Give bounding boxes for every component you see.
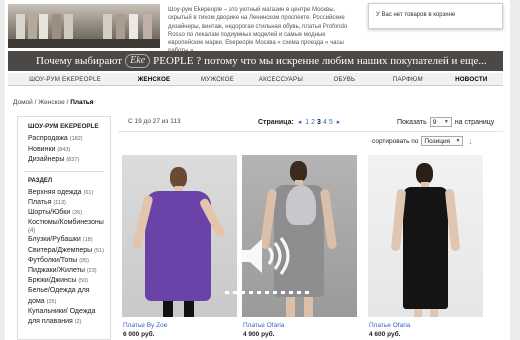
nav-shoes[interactable]: ОБУВЬ: [313, 73, 376, 85]
category-list: Верхняя одежда (61) Платья (113) Шорты/Юбк…: [18, 184, 110, 328]
nav-showroom[interactable]: ШОУ-РУМ EKEPEOPLE: [8, 73, 122, 85]
sort-select[interactable]: Позиция ▼: [421, 136, 464, 146]
progress-segment: [241, 291, 245, 294]
nav-women[interactable]: ЖЕНСКОЕ: [122, 73, 185, 85]
logo-script: Eke: [130, 55, 146, 66]
page-link[interactable]: 3: [317, 119, 321, 126]
progress-segment: [305, 291, 309, 294]
cart-status[interactable]: У Вас нет товаров в корзине: [368, 3, 503, 29]
sidebar-category[interactable]: Купальники/ Одежда: [28, 307, 110, 317]
speaker-volume-icon[interactable]: [238, 235, 293, 277]
page-link[interactable]: 4: [323, 119, 327, 126]
nav-men[interactable]: МУЖСКОЕ: [186, 73, 249, 85]
banner-pre: Почему выбирают: [36, 55, 123, 67]
chevron-down-icon: ▼: [455, 138, 461, 144]
product-name-2[interactable]: Платье Ofaria: [243, 322, 284, 329]
sidebar-category[interactable]: дома (25): [28, 297, 110, 307]
pager-label: Страница:: [258, 119, 294, 126]
product-image-1[interactable]: [122, 155, 237, 317]
progress-segment: [249, 291, 253, 294]
toolbar-divider: [118, 131, 503, 132]
store-photo: [8, 4, 160, 48]
pager-prev-icon[interactable]: ◂: [298, 119, 302, 126]
sort-direction-icon[interactable]: ↓: [468, 137, 472, 146]
logo-word: PEOPLE ?: [153, 55, 202, 67]
progress-segment: [257, 291, 261, 294]
per-page-control: Показать 9 ▼ на страницу: [397, 117, 494, 127]
video-progress-bar[interactable]: [225, 291, 315, 294]
progress-segment: [281, 291, 285, 294]
sidebar-category[interactable]: Верхняя одежда (61): [28, 188, 110, 198]
page-link[interactable]: 1: [305, 119, 309, 126]
per-page-label: на страницу: [454, 118, 495, 126]
progress-segment: [233, 291, 237, 294]
sidebar-link-new[interactable]: Новинки (843): [28, 145, 110, 156]
nav-perfume[interactable]: ПАРФЮМ: [376, 73, 439, 85]
sidebar-category[interactable]: Брюки/Джинсы (50): [28, 276, 110, 286]
result-range: С 19 до 27 из 113: [128, 118, 181, 125]
show-label: Показать: [397, 118, 427, 126]
nav-news[interactable]: НОВОСТИ: [440, 73, 503, 85]
progress-segment: [297, 291, 301, 294]
progress-segment: [265, 291, 269, 294]
main-nav: ШОУ-РУМ EKEPEOPLE ЖЕНСКОЕ МУЖСКОЕ АКСЕСС…: [8, 73, 503, 86]
sort-control: сортировать по Позиция ▼ ↓: [372, 136, 472, 146]
store-description: Шоу-рум Ekepeople – это уютный магазин в…: [168, 7, 348, 54]
progress-segment: [289, 291, 293, 294]
product-name-1[interactable]: Платье By Zoe: [123, 322, 167, 329]
breadcrumb-home[interactable]: Домой: [13, 99, 33, 106]
sidebar-category[interactable]: Белье/Одежда для: [28, 286, 110, 296]
sidebar-title: ШОУ-РУМ EKEPEOPLE: [28, 123, 99, 130]
page-link[interactable]: 2: [311, 119, 315, 126]
brand-logo[interactable]: Eke: [125, 54, 151, 68]
nav-accessories[interactable]: АКСЕССУАРЫ: [249, 73, 312, 85]
sidebar-category[interactable]: Платья (113): [28, 198, 110, 208]
chevron-down-icon: ▼: [443, 119, 449, 125]
sidebar: ШОУ-РУМ EKEPEOPLE Распродажа (182) Новин…: [17, 116, 111, 340]
sidebar-link-sale[interactable]: Распродажа (182): [28, 134, 110, 145]
sidebar-link-designers[interactable]: Дизайнеры (837): [28, 155, 110, 166]
breadcrumb-current: Платья: [70, 99, 94, 106]
page: Шоу-рум Ekepeople – это уютный магазин в…: [5, 0, 510, 340]
sidebar-category[interactable]: Костюмы/Комбинезоны: [28, 218, 110, 228]
sidebar-category[interactable]: Свитера/Джемперы (51): [28, 246, 110, 256]
per-page-select[interactable]: 9 ▼: [429, 117, 452, 127]
sort-label: сортировать по: [372, 137, 419, 145]
sidebar-category: (4): [28, 228, 36, 235]
product-image-3[interactable]: [368, 155, 483, 317]
sidebar-category[interactable]: Шорты/Юбки (26): [28, 208, 110, 218]
sidebar-section-title: РАЗДЕЛ: [28, 177, 53, 184]
product-name-3[interactable]: Платье Ofaria: [369, 322, 410, 329]
product-price-2: 4 900 руб.: [243, 331, 275, 338]
product-price-3: 4 600 руб.: [369, 331, 401, 338]
product-price-1: 6 000 руб.: [123, 331, 155, 338]
breadcrumb: Домой / Женское / Платья: [13, 99, 94, 106]
pagination: Страница: ◂ 12345 ▸: [258, 118, 340, 126]
sidebar-category[interactable]: Футболки/Топы (95): [28, 256, 110, 266]
progress-segment: [273, 291, 277, 294]
sidebar-category[interactable]: Пиджаки/Жилеты (23): [28, 266, 110, 276]
sidebar-category[interactable]: для плавания (2): [28, 317, 110, 327]
progress-segment: [225, 291, 229, 294]
sidebar-category[interactable]: Блузки/Рубашки (18): [28, 235, 110, 245]
breadcrumb-women[interactable]: Женское: [38, 99, 65, 106]
slogan-banner: Почему выбирают Eke PEOPLE ? потому что …: [8, 51, 503, 71]
pager-next-icon[interactable]: ▸: [337, 119, 341, 126]
page-link[interactable]: 5: [329, 119, 333, 126]
banner-post: потому что мы искренне любим наших покуп…: [204, 55, 487, 67]
